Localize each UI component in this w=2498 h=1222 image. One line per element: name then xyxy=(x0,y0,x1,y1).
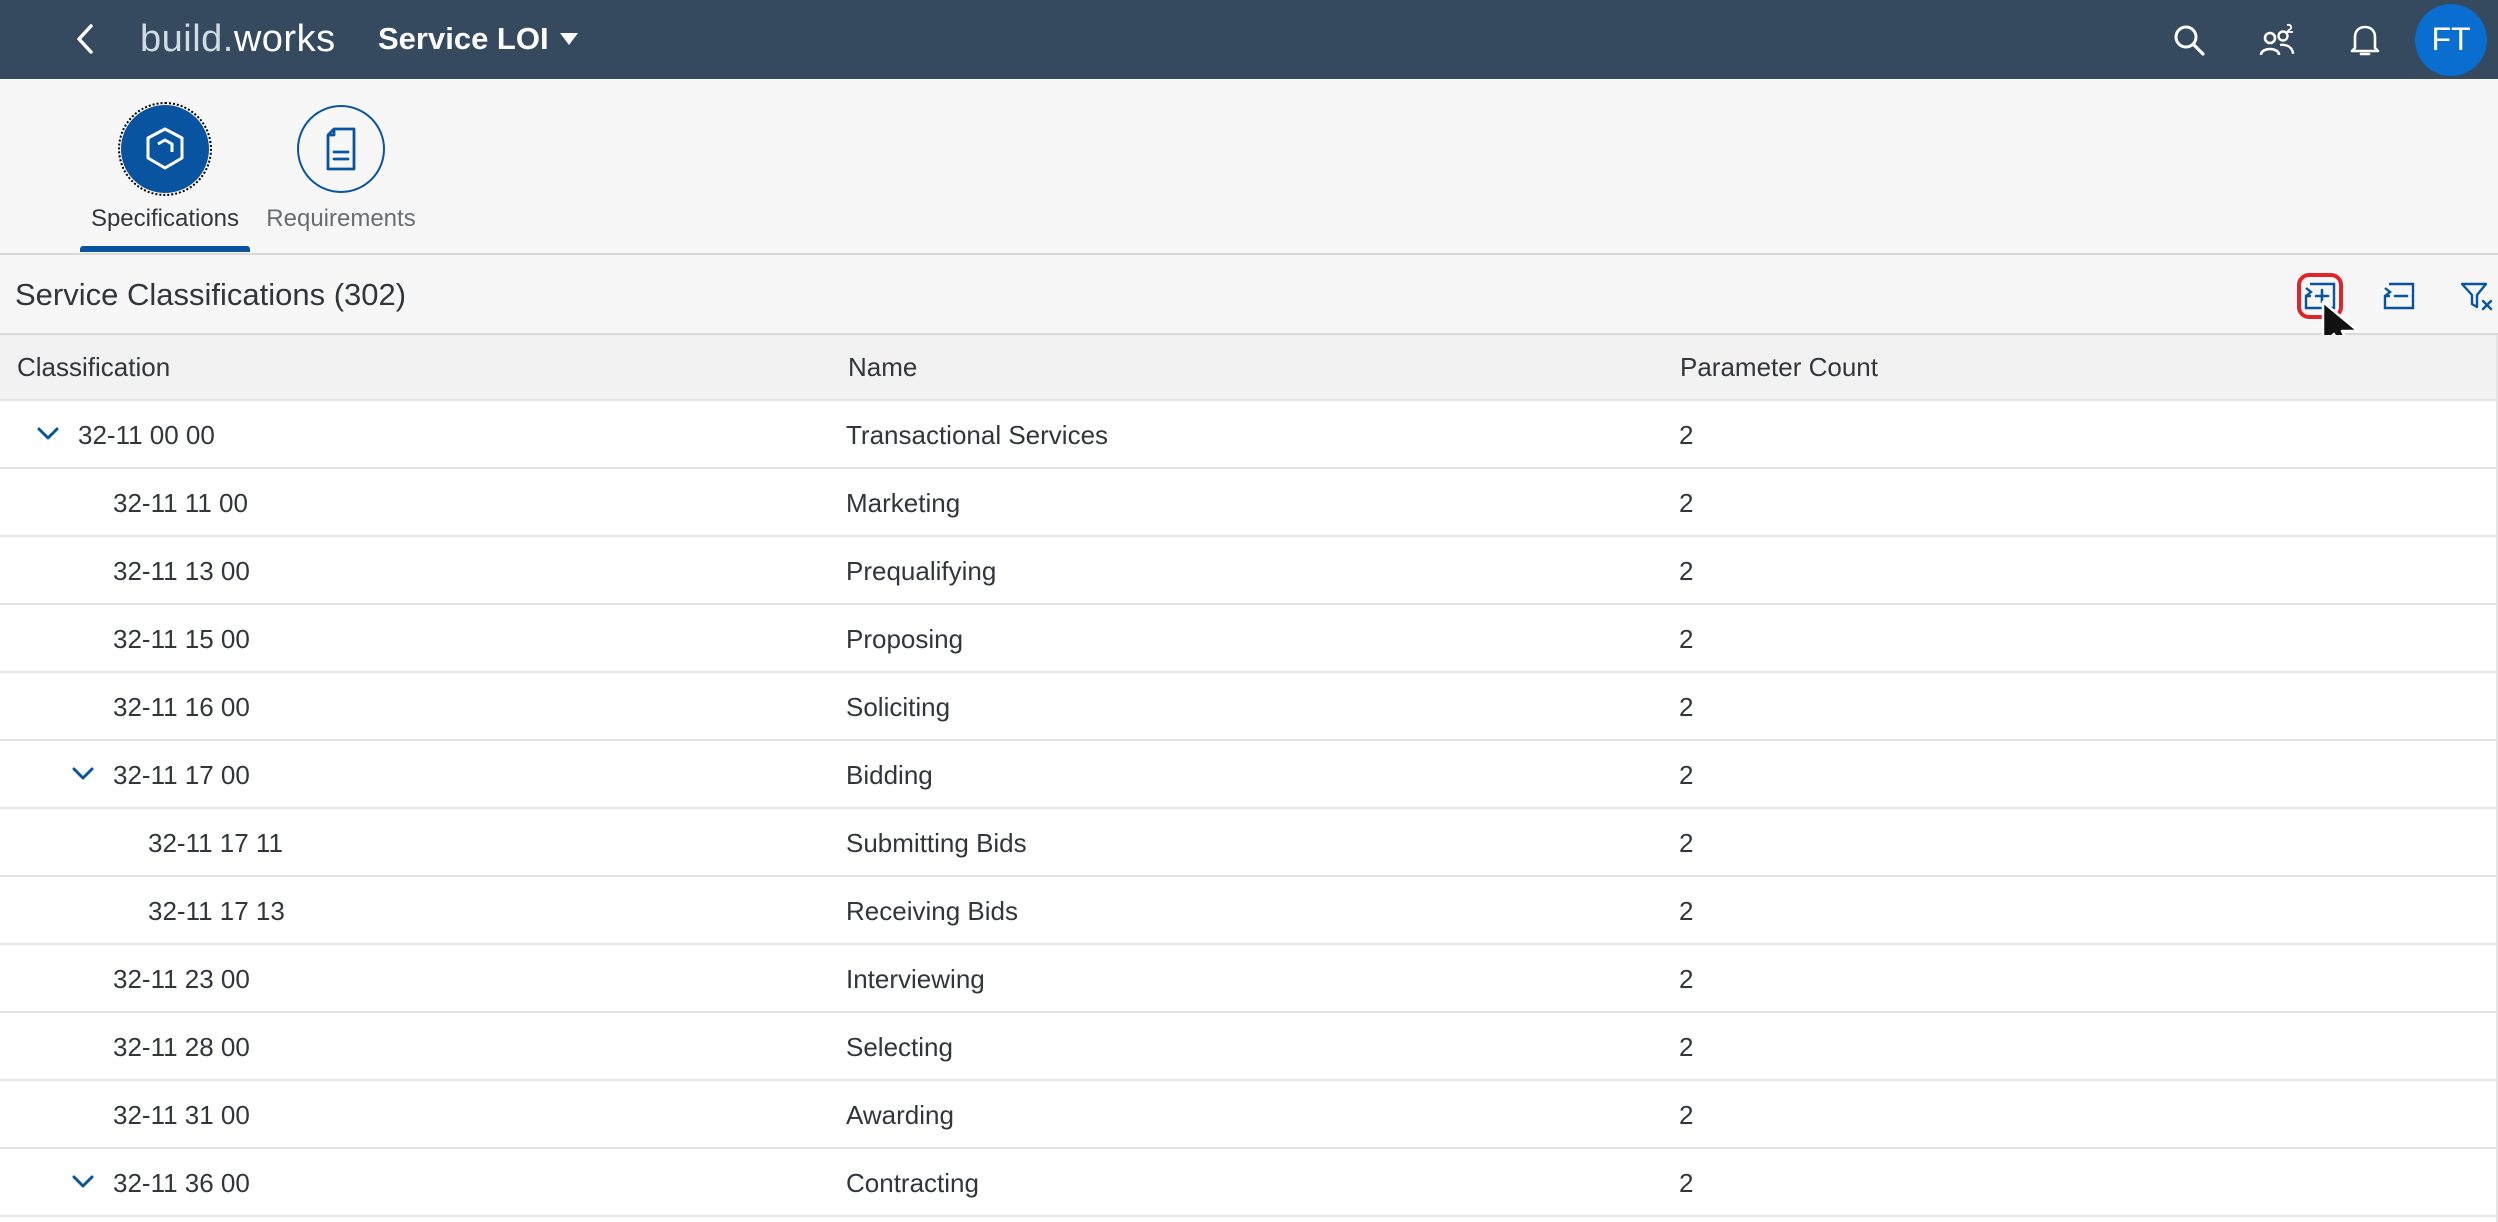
user-group-icon xyxy=(2259,23,2295,55)
cell-classification: 32-11 28 00 xyxy=(113,1032,250,1062)
column-header-name[interactable]: Name xyxy=(848,352,917,383)
cell-classification: 32-11 17 13 xyxy=(148,896,285,926)
cell-classification: 32-11 36 00 xyxy=(113,1168,250,1198)
table-row[interactable]: 32-11 00 00 Transactional Services 2 xyxy=(0,401,2496,469)
expand-all-icon xyxy=(2304,282,2336,310)
cell-name: Awarding xyxy=(846,1100,954,1130)
table-row[interactable]: 32-11 31 00 Awarding 2 xyxy=(0,1081,2496,1149)
cell-name: Contracting xyxy=(846,1168,979,1198)
cell-parameter-count: 2 xyxy=(1679,624,1694,654)
cell-classification: 32-11 31 00 xyxy=(113,1100,250,1130)
cell-name: Transactional Services xyxy=(846,420,1109,450)
search-button[interactable] xyxy=(2145,0,2233,79)
cell-name: Selecting xyxy=(846,1032,953,1062)
cell-name: Interviewing xyxy=(846,964,985,994)
tab-requirements[interactable]: Requirements xyxy=(256,105,426,255)
table-row[interactable]: 32-11 17 11 Submitting Bids 2 xyxy=(0,809,2496,877)
cell-parameter-count: 2 xyxy=(1679,692,1694,722)
cell-parameter-count: 2 xyxy=(1679,828,1694,858)
chevron-down-icon xyxy=(72,1175,94,1188)
selected-tab-indicator xyxy=(80,246,250,252)
back-icon xyxy=(77,24,93,54)
user-initials: FT xyxy=(2431,21,2471,57)
table-row[interactable]: 32-11 16 00 Soliciting 2 xyxy=(0,673,2496,741)
cell-parameter-count: 2 xyxy=(1679,556,1694,586)
cell-parameter-count: 2 xyxy=(1679,964,1694,994)
shell-bar: build. works Service LOI FT xyxy=(0,0,2498,79)
user-avatar[interactable]: FT xyxy=(2415,3,2487,76)
cube-icon xyxy=(146,127,184,170)
collapse-all-icon xyxy=(2383,282,2415,310)
table-body: 32-11 00 00 Transactional Services 2 32-11 … xyxy=(0,401,2496,1217)
table-title: Service Classifications (302) xyxy=(15,277,407,312)
tab-label: Specifications xyxy=(90,205,240,232)
row-expand-toggle[interactable] xyxy=(65,1164,101,1200)
table-row[interactable]: 32-11 13 00 Prequalifying 2 xyxy=(0,537,2496,605)
cell-name: Marketing xyxy=(846,488,961,518)
app-title-menu[interactable]: Service LOI xyxy=(378,14,579,64)
cell-name: Prequalifying xyxy=(846,556,997,586)
user-group-button[interactable] xyxy=(2233,0,2321,79)
cell-name: Bidding xyxy=(846,760,933,790)
cell-name: Soliciting xyxy=(846,692,951,722)
table-row[interactable]: 32-11 36 00 Contracting 2 xyxy=(0,1149,2496,1217)
tab-specifications[interactable]: Specifications xyxy=(80,102,250,255)
chevron-down-icon xyxy=(72,767,94,780)
cell-parameter-count: 2 xyxy=(1679,896,1694,926)
column-header-classification[interactable]: Classification xyxy=(17,352,170,383)
brand-main: build xyxy=(140,17,223,60)
clear-filter-icon xyxy=(2460,282,2493,311)
cell-classification: 32-11 00 00 xyxy=(78,420,215,450)
row-expand-toggle[interactable] xyxy=(65,756,101,792)
classification-tree-table: Classification Name Parameter Count 32-1… xyxy=(0,335,2498,1222)
table-row[interactable]: 32-11 17 00 Bidding 2 xyxy=(0,741,2496,809)
collapse-all-button[interactable] xyxy=(2376,273,2422,319)
notifications-button[interactable] xyxy=(2321,0,2409,79)
cell-classification: 32-11 13 00 xyxy=(113,556,250,586)
cell-classification: 32-11 11 00 xyxy=(113,488,248,518)
brand-logo[interactable]: build. works xyxy=(140,14,336,64)
tab-icon-circle xyxy=(118,102,212,196)
table-row[interactable]: 32-11 28 00 Selecting 2 xyxy=(0,1013,2496,1081)
cell-classification: 32-11 17 11 xyxy=(148,828,283,858)
tab-label: Requirements xyxy=(266,205,416,232)
clear-filter-button[interactable] xyxy=(2454,273,2498,319)
table-toolbar: Service Classifications (302) xyxy=(0,255,2498,335)
chevron-down-icon xyxy=(37,427,59,440)
table-row[interactable]: 32-11 11 00 Marketing 2 xyxy=(0,469,2496,537)
cell-parameter-count: 2 xyxy=(1679,1168,1694,1198)
cell-classification: 32-11 17 00 xyxy=(113,760,250,790)
search-icon xyxy=(2174,25,2205,56)
brand-works: works xyxy=(233,17,336,60)
document-icon xyxy=(326,127,356,171)
shell-actions: FT xyxy=(2145,0,2498,79)
back-button[interactable] xyxy=(60,14,110,64)
cell-parameter-count: 2 xyxy=(1679,420,1694,450)
cell-name: Receiving Bids xyxy=(846,896,1018,926)
cell-parameter-count: 2 xyxy=(1679,760,1694,790)
bell-icon xyxy=(2350,25,2380,55)
expand-all-button[interactable] xyxy=(2297,273,2343,319)
cell-name: Submitting Bids xyxy=(846,828,1027,858)
table-row[interactable]: 32-11 17 13 Receiving Bids 2 xyxy=(0,877,2496,945)
row-expand-toggle[interactable] xyxy=(30,416,66,452)
app-title: Service LOI xyxy=(378,21,549,56)
cell-parameter-count: 2 xyxy=(1679,488,1694,518)
cell-classification: 32-11 15 00 xyxy=(113,624,250,654)
brand-dot: . xyxy=(222,17,234,60)
cell-classification: 32-11 16 00 xyxy=(113,692,250,722)
table-header: Classification Name Parameter Count xyxy=(0,335,2496,401)
icon-tab-bar: Specifications Requirements xyxy=(0,79,2498,255)
cell-parameter-count: 2 xyxy=(1679,1032,1694,1062)
cell-name: Proposing xyxy=(846,624,964,654)
caret-down-icon xyxy=(559,33,578,45)
table-row[interactable]: 32-11 15 00 Proposing 2 xyxy=(0,605,2496,673)
cell-classification: 32-11 23 00 xyxy=(113,964,250,994)
cell-parameter-count: 2 xyxy=(1679,1100,1694,1130)
table-row[interactable]: 32-11 23 00 Interviewing 2 xyxy=(0,945,2496,1013)
column-header-parameter-count[interactable]: Parameter Count xyxy=(1680,352,1878,383)
tab-icon-circle xyxy=(297,105,385,193)
